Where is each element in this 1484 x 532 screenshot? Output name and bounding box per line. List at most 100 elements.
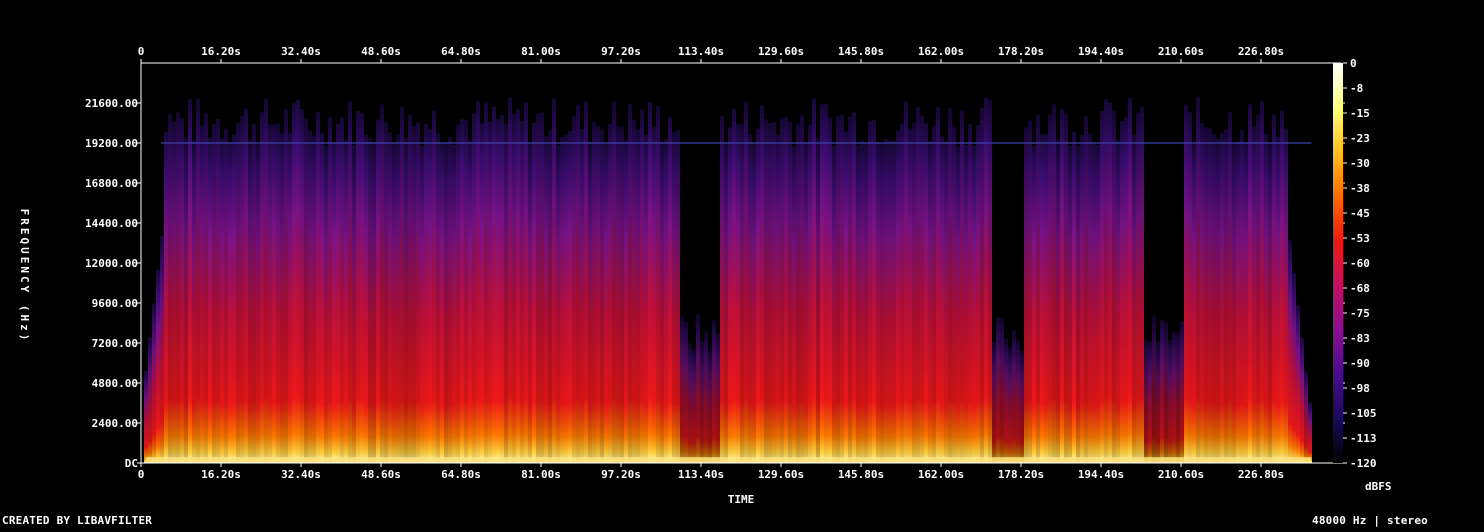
spectrum-column xyxy=(312,135,316,463)
spectrum-column xyxy=(216,119,220,463)
spectrum-column xyxy=(1308,402,1312,463)
spectrum-column xyxy=(928,141,932,463)
spectrum-column xyxy=(852,112,856,464)
spectrum-column xyxy=(816,138,820,463)
spectrum-column xyxy=(444,142,448,463)
x-tick-label-bottom: 129.60s xyxy=(758,468,804,481)
spectrogram-figure: 0 16.20s 32.40s 48.60s 64.80s 81.00s 97.20s 113… xyxy=(0,0,1484,528)
x-tick-label-top: 145.80s xyxy=(838,45,884,58)
spectrum-column xyxy=(1064,113,1068,463)
spectrum-column xyxy=(744,101,748,464)
spectrum-column xyxy=(388,132,392,463)
spectrum-column xyxy=(476,101,480,463)
x-tick-label-top: 113.40s xyxy=(678,45,724,58)
spectrum-column xyxy=(568,131,572,463)
spectrum-column xyxy=(228,142,232,463)
spectrum-column xyxy=(964,144,968,463)
spectrum-column xyxy=(764,119,768,464)
spectrum-column xyxy=(656,106,660,463)
x-tick-label-bottom: 48.60s xyxy=(361,468,401,481)
spectrum-column xyxy=(336,123,340,463)
x-tick-label-bottom: 64.80s xyxy=(441,468,481,481)
spectrum-column xyxy=(176,112,180,463)
spectrum-column xyxy=(1088,133,1092,463)
spectrum-column xyxy=(1212,134,1216,463)
spectrum-column xyxy=(616,126,620,463)
spectrum-column xyxy=(404,138,408,463)
colorbar-tick-label: -8 xyxy=(1350,82,1363,95)
spectrum-column xyxy=(1156,341,1160,463)
spectrum-column xyxy=(144,371,148,463)
spectrum-column xyxy=(900,123,904,464)
spectrum-column xyxy=(556,144,560,463)
spectrum-column xyxy=(356,111,360,463)
spectrum-column xyxy=(1132,134,1136,463)
spectrum-column xyxy=(396,134,400,464)
spectrum-column xyxy=(380,104,384,463)
spectrum-column xyxy=(924,123,928,464)
spectrum-column xyxy=(1096,144,1100,463)
spectrum-column xyxy=(1184,104,1188,463)
spectrum-column xyxy=(1164,323,1168,463)
spectrum-column xyxy=(712,320,716,463)
spectrum-column xyxy=(720,115,724,464)
x-tick-label-bottom: 0 xyxy=(138,468,145,481)
spectrum-column xyxy=(784,117,788,463)
spectrum-column xyxy=(1284,128,1288,463)
spectrum-column xyxy=(1252,126,1256,463)
spectrum-column xyxy=(1036,115,1040,463)
spectrum-column xyxy=(752,143,756,464)
spectrum-column xyxy=(960,110,964,463)
x-tick-label-top: 162.00s xyxy=(918,45,964,58)
colorbar-tick-label: -38 xyxy=(1350,182,1370,195)
spectrum-column xyxy=(1052,104,1056,464)
x-tick-label-top: 81.00s xyxy=(521,45,561,58)
spectrum-column xyxy=(292,103,296,464)
spectrum-column xyxy=(328,117,332,463)
spectrum-column xyxy=(532,123,536,463)
x-tick-label-bottom: 226.80s xyxy=(1238,468,1284,481)
spectrum-column xyxy=(760,105,764,463)
spectrum-column xyxy=(640,109,644,463)
colorbar-axis: 0 -8 -15 -23 -30 -38 -45 -53 -60 -68 -75 -83 -90 -98 -… xyxy=(1343,57,1377,470)
spectrum-column xyxy=(420,145,424,463)
spectrum-column xyxy=(608,123,612,463)
spectrum-column xyxy=(916,107,920,464)
spectrum-column xyxy=(688,343,692,463)
spectrum-column xyxy=(1300,337,1304,463)
spectrum-column xyxy=(308,130,312,463)
spectrum-column xyxy=(808,124,812,463)
spectrum-column xyxy=(932,125,936,464)
spectrum-column xyxy=(540,112,544,463)
spectrum-column xyxy=(560,137,564,463)
spectrum-column xyxy=(232,134,236,463)
y-tick-label: 2400.00 xyxy=(92,417,138,430)
spectrum-column xyxy=(316,112,320,463)
spectrum-column xyxy=(1228,112,1232,463)
spectrum-column xyxy=(1116,139,1120,464)
x-tick-label-top: 129.60s xyxy=(758,45,804,58)
spectrum-column xyxy=(1000,318,1004,463)
y-tick-label: 14400.00 xyxy=(85,217,138,230)
x-tick-label-top: 178.20s xyxy=(998,45,1044,58)
spectrum-column xyxy=(596,126,600,463)
spectrum-column xyxy=(1256,114,1260,463)
x-tick-label-top: 48.60s xyxy=(361,45,401,58)
spectrum-column xyxy=(436,132,440,463)
spectrum-column xyxy=(1044,134,1048,464)
spectrogram-chart: 0 16.20s 32.40s 48.60s 64.80s 81.00s 97.20s 113… xyxy=(18,45,1392,506)
spectrum-column xyxy=(1152,315,1156,463)
format-info: 48000 Hz | stereo xyxy=(1312,514,1428,527)
spectrum-column xyxy=(1020,350,1024,463)
colorbar-tick-label: -90 xyxy=(1350,357,1370,370)
spectrum-column xyxy=(1188,112,1192,463)
spectrum-column xyxy=(908,128,912,463)
spectrum-column xyxy=(1264,133,1268,463)
spectrum-column xyxy=(604,143,608,464)
spectrum-column xyxy=(580,129,584,463)
spectrum-column xyxy=(1176,331,1180,463)
spectrum-column xyxy=(1140,106,1144,463)
spectrum-column xyxy=(360,113,364,464)
spectrum-column xyxy=(1040,134,1044,464)
colorbar-tick-label: -98 xyxy=(1350,382,1370,395)
